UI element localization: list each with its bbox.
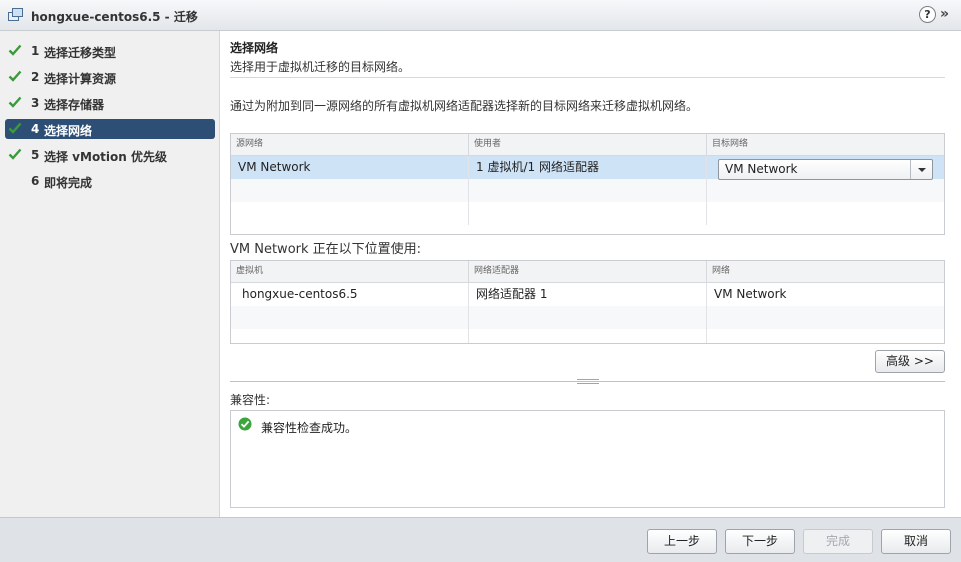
check-icon bbox=[8, 44, 22, 56]
destination-network-dropdown[interactable]: VM Network bbox=[718, 159, 933, 180]
usage-table: 虚拟机 网络适配器 网络 hongxue-centos6.5 网络适配器 1 V… bbox=[230, 260, 945, 344]
main-panel: 选择网络 选择用于虚拟机迁移的目标网络。 通过为附加到同一源网络的所有虚拟机网络… bbox=[221, 31, 961, 517]
table-row-empty bbox=[231, 329, 944, 343]
instructions: 通过为附加到同一源网络的所有虚拟机网络适配器选择新的目标网络来迁移虚拟机网络。 bbox=[230, 99, 699, 113]
help-icon[interactable]: ? bbox=[919, 6, 936, 23]
step-number: 2 bbox=[31, 70, 40, 84]
column-header-vm[interactable]: 虚拟机 bbox=[231, 261, 469, 282]
step-label: 即将完成 bbox=[44, 176, 93, 190]
step-number: 3 bbox=[31, 96, 40, 110]
advanced-button[interactable]: 高级 >> bbox=[875, 350, 945, 373]
header-divider bbox=[230, 77, 945, 78]
dropdown-value: VM Network bbox=[725, 162, 798, 176]
step-select-storage[interactable]: 3 选择存储器 bbox=[5, 93, 215, 113]
back-button[interactable]: 上一步 bbox=[647, 529, 717, 554]
table-row-empty bbox=[231, 306, 944, 329]
column-header-source-network[interactable]: 源网络 bbox=[231, 134, 469, 155]
step-select-compute-resource[interactable]: 2 选择计算资源 bbox=[5, 67, 215, 87]
success-icon bbox=[238, 417, 252, 431]
compatibility-label: 兼容性: bbox=[230, 393, 271, 407]
table-row[interactable]: hongxue-centos6.5 网络适配器 1 VM Network bbox=[231, 283, 944, 306]
network-cell: VM Network bbox=[714, 287, 787, 301]
cancel-button[interactable]: 取消 bbox=[881, 529, 951, 554]
check-icon bbox=[8, 96, 22, 108]
check-icon bbox=[8, 148, 22, 160]
step-number: 1 bbox=[31, 44, 40, 58]
table-header: 源网络 使用者 目标网络 bbox=[231, 134, 944, 156]
splitter-grip-icon[interactable] bbox=[577, 379, 599, 384]
page-subtitle: 选择用于虚拟机迁移的目标网络。 bbox=[230, 60, 411, 74]
table-row-empty bbox=[231, 179, 944, 202]
table-row[interactable]: VM Network 1 虚拟机/1 网络适配器 VM Network bbox=[231, 156, 944, 180]
step-select-network[interactable]: 4 选择网络 bbox=[5, 119, 215, 139]
step-number: 4 bbox=[31, 122, 40, 136]
expand-icon[interactable]: » bbox=[940, 5, 949, 23]
step-label: 选择 vMotion 优先级 bbox=[44, 150, 168, 164]
column-header-network-adapter[interactable]: 网络适配器 bbox=[469, 261, 707, 282]
step-label: 选择迁移类型 bbox=[44, 46, 117, 60]
page-title: 选择网络 bbox=[230, 41, 279, 55]
source-network-cell: VM Network bbox=[231, 156, 469, 179]
vm-icon bbox=[8, 8, 23, 21]
step-select-migration-type[interactable]: 1 选择迁移类型 bbox=[5, 41, 215, 61]
used-by-cell: 1 虚拟机/1 网络适配器 bbox=[469, 156, 707, 179]
network-mapping-table: 源网络 使用者 目标网络 VM Network 1 虚拟机/1 网络适配器 VM… bbox=[230, 133, 945, 235]
step-label: 选择存储器 bbox=[44, 98, 105, 112]
finish-button: 完成 bbox=[803, 529, 873, 554]
step-number: 6 bbox=[31, 174, 40, 188]
step-label: 选择计算资源 bbox=[44, 72, 117, 86]
adapter-cell: 网络适配器 1 bbox=[469, 283, 707, 306]
column-header-destination-network[interactable]: 目标网络 bbox=[707, 134, 944, 155]
compatibility-message: 兼容性检查成功。 bbox=[261, 421, 358, 435]
wizard-footer: 上一步 下一步 完成 取消 bbox=[0, 517, 961, 562]
compatibility-panel: 兼容性检查成功。 bbox=[230, 410, 945, 508]
step-select-vmotion-priority[interactable]: 5 选择 vMotion 优先级 bbox=[5, 145, 215, 165]
column-header-used-by[interactable]: 使用者 bbox=[469, 134, 707, 155]
chevron-down-icon[interactable] bbox=[910, 160, 932, 179]
step-ready-to-complete[interactable]: 6 即将完成 bbox=[5, 171, 215, 191]
column-header-network[interactable]: 网络 bbox=[707, 261, 944, 282]
title-bar: hongxue-centos6.5 - 迁移 ? » bbox=[0, 0, 961, 31]
vm-cell: hongxue-centos6.5 bbox=[231, 283, 469, 306]
step-number: 5 bbox=[31, 148, 40, 162]
window-title: hongxue-centos6.5 - 迁移 bbox=[31, 10, 198, 24]
wizard-steps: 1 选择迁移类型 2 选择计算资源 3 选择存储器 4 选择网络 5 选择 vM… bbox=[0, 31, 220, 517]
table-header: 虚拟机 网络适配器 网络 bbox=[231, 261, 944, 283]
check-icon bbox=[8, 70, 22, 82]
check-icon bbox=[8, 122, 22, 134]
table-row-empty bbox=[231, 202, 944, 225]
step-label: 选择网络 bbox=[44, 124, 93, 138]
usage-title: VM Network 正在以下位置使用: bbox=[230, 242, 422, 257]
next-button[interactable]: 下一步 bbox=[725, 529, 795, 554]
